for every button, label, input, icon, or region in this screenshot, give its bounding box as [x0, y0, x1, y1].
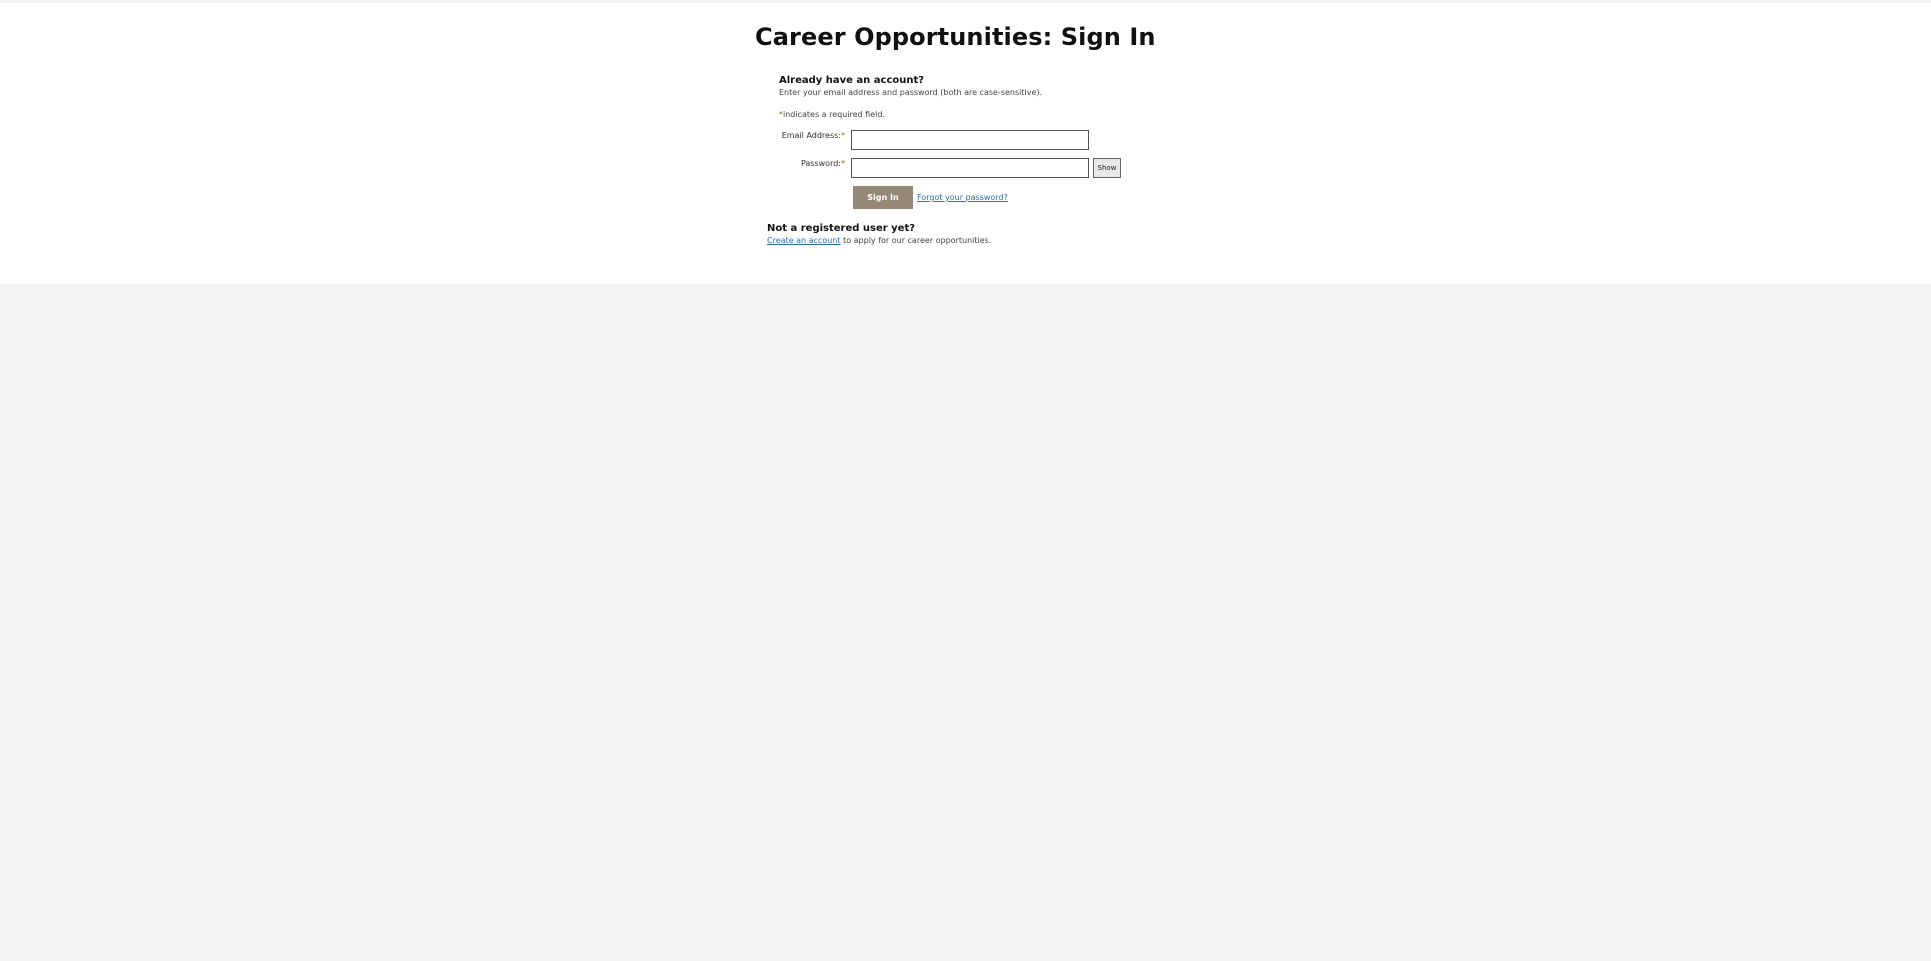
register-line: Create an account to apply for our caree… — [767, 236, 991, 245]
register-suffix: to apply for our career opportunities. — [840, 236, 992, 245]
sign-in-button[interactable]: Sign In — [853, 186, 913, 209]
show-password-button[interactable]: Show — [1093, 158, 1121, 178]
password-input[interactable] — [851, 158, 1089, 178]
password-label-text: Password: — [800, 159, 841, 168]
page-title: Career Opportunities: Sign In — [755, 23, 1156, 51]
password-label: Password:* — [755, 159, 845, 168]
signin-instructions: Enter your email address and password (b… — [779, 88, 1043, 97]
email-label-text: Email Address: — [781, 131, 841, 140]
existing-account-heading: Already have an account? — [779, 75, 925, 86]
email-label: Email Address:* — [755, 131, 845, 140]
email-input[interactable] — [851, 130, 1089, 150]
forgot-password-link[interactable]: Forgot your password? — [917, 193, 1008, 202]
email-required-star: * — [841, 131, 845, 140]
password-required-star: * — [841, 159, 845, 168]
required-field-note: *indicates a required field. — [779, 110, 885, 119]
signin-panel: Career Opportunities: Sign In Already ha… — [0, 3, 1931, 284]
create-account-link[interactable]: Create an account — [767, 236, 841, 245]
register-heading: Not a registered user yet? — [767, 223, 916, 234]
required-note-text: indicates a required field. — [783, 110, 885, 119]
